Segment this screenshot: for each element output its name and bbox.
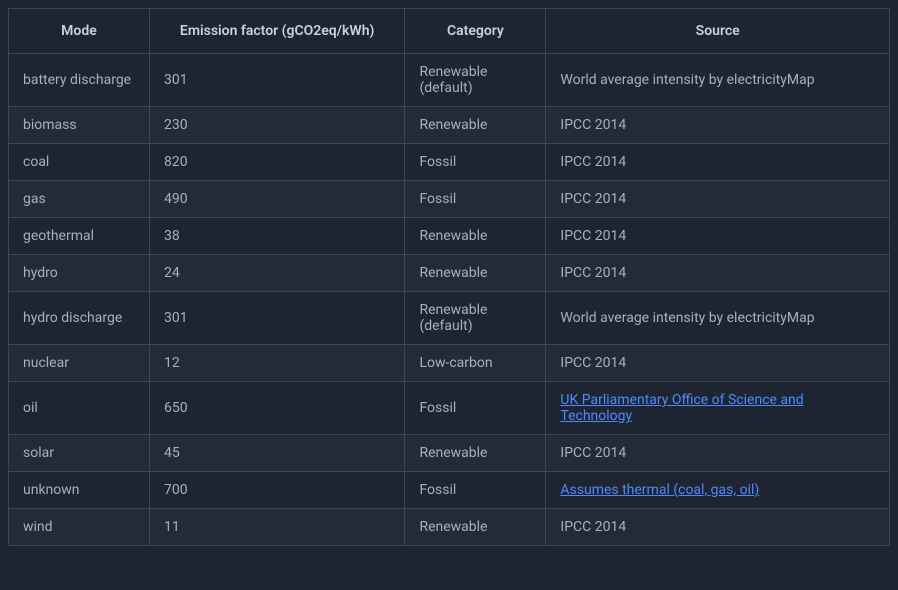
cell-factor: 650 (149, 382, 404, 435)
cell-source: IPCC 2014 (546, 509, 890, 546)
cell-category: Renewable (default) (405, 54, 546, 107)
cell-category: Renewable (405, 255, 546, 292)
cell-source: World average intensity by electricityMa… (546, 54, 890, 107)
emission-factors-table: Mode Emission factor (gCO2eq/kWh) Catego… (8, 8, 890, 546)
table-row: oil650Fossil UK Parliamentary Office of S… (9, 382, 890, 435)
cell-factor: 11 (149, 509, 404, 546)
cell-mode: geothermal (9, 218, 150, 255)
table-row: coal820FossilIPCC 2014 (9, 144, 890, 181)
cell-factor: 301 (149, 54, 404, 107)
cell-category: Low-carbon (405, 345, 546, 382)
cell-source: IPCC 2014 (546, 255, 890, 292)
cell-mode: wind (9, 509, 150, 546)
cell-source: Assumes thermal (coal, gas, oil) (546, 472, 890, 509)
cell-source: IPCC 2014 (546, 345, 890, 382)
cell-factor: 230 (149, 107, 404, 144)
col-header-category: Category (405, 9, 546, 54)
table-row: geothermal38RenewableIPCC 2014 (9, 218, 890, 255)
cell-category: Fossil (405, 144, 546, 181)
table-row: solar45RenewableIPCC 2014 (9, 435, 890, 472)
table-row: battery discharge301Renewable (default)W… (9, 54, 890, 107)
cell-category: Renewable (default) (405, 292, 546, 345)
table-row: gas490FossilIPCC 2014 (9, 181, 890, 218)
cell-source: UK Parliamentary Office of Science and T… (546, 382, 890, 435)
cell-source: World average intensity by electricityMa… (546, 292, 890, 345)
cell-mode: biomass (9, 107, 150, 144)
cell-category: Renewable (405, 218, 546, 255)
cell-factor: 24 (149, 255, 404, 292)
cell-factor: 820 (149, 144, 404, 181)
cell-mode: gas (9, 181, 150, 218)
cell-factor: 490 (149, 181, 404, 218)
table-row: hydro discharge301Renewable (default)Wor… (9, 292, 890, 345)
cell-mode: hydro discharge (9, 292, 150, 345)
cell-factor: 12 (149, 345, 404, 382)
cell-source: IPCC 2014 (546, 107, 890, 144)
cell-factor: 301 (149, 292, 404, 345)
table-row: wind11RenewableIPCC 2014 (9, 509, 890, 546)
cell-category: Renewable (405, 509, 546, 546)
cell-factor: 38 (149, 218, 404, 255)
table-row: biomass230RenewableIPCC 2014 (9, 107, 890, 144)
cell-source: IPCC 2014 (546, 181, 890, 218)
cell-mode: hydro (9, 255, 150, 292)
cell-factor: 45 (149, 435, 404, 472)
table-row: hydro24RenewableIPCC 2014 (9, 255, 890, 292)
col-header-source: Source (546, 9, 890, 54)
source-link[interactable]: UK Parliamentary Office of Science and T… (560, 392, 803, 424)
cell-source: IPCC 2014 (546, 218, 890, 255)
cell-source: IPCC 2014 (546, 435, 890, 472)
table-row: nuclear12Low-carbonIPCC 2014 (9, 345, 890, 382)
table-header-row: Mode Emission factor (gCO2eq/kWh) Catego… (9, 9, 890, 54)
cell-category: Fossil (405, 382, 546, 435)
cell-category: Renewable (405, 107, 546, 144)
cell-mode: oil (9, 382, 150, 435)
table-row: unknown700Fossil Assumes thermal (coal, g… (9, 472, 890, 509)
cell-mode: battery discharge (9, 54, 150, 107)
cell-category: Fossil (405, 181, 546, 218)
cell-mode: coal (9, 144, 150, 181)
col-header-factor: Emission factor (gCO2eq/kWh) (149, 9, 404, 54)
cell-category: Renewable (405, 435, 546, 472)
source-link[interactable]: Assumes thermal (coal, gas, oil) (560, 482, 759, 498)
cell-category: Fossil (405, 472, 546, 509)
cell-factor: 700 (149, 472, 404, 509)
col-header-mode: Mode (9, 9, 150, 54)
cell-mode: solar (9, 435, 150, 472)
cell-mode: unknown (9, 472, 150, 509)
cell-mode: nuclear (9, 345, 150, 382)
cell-source: IPCC 2014 (546, 144, 890, 181)
